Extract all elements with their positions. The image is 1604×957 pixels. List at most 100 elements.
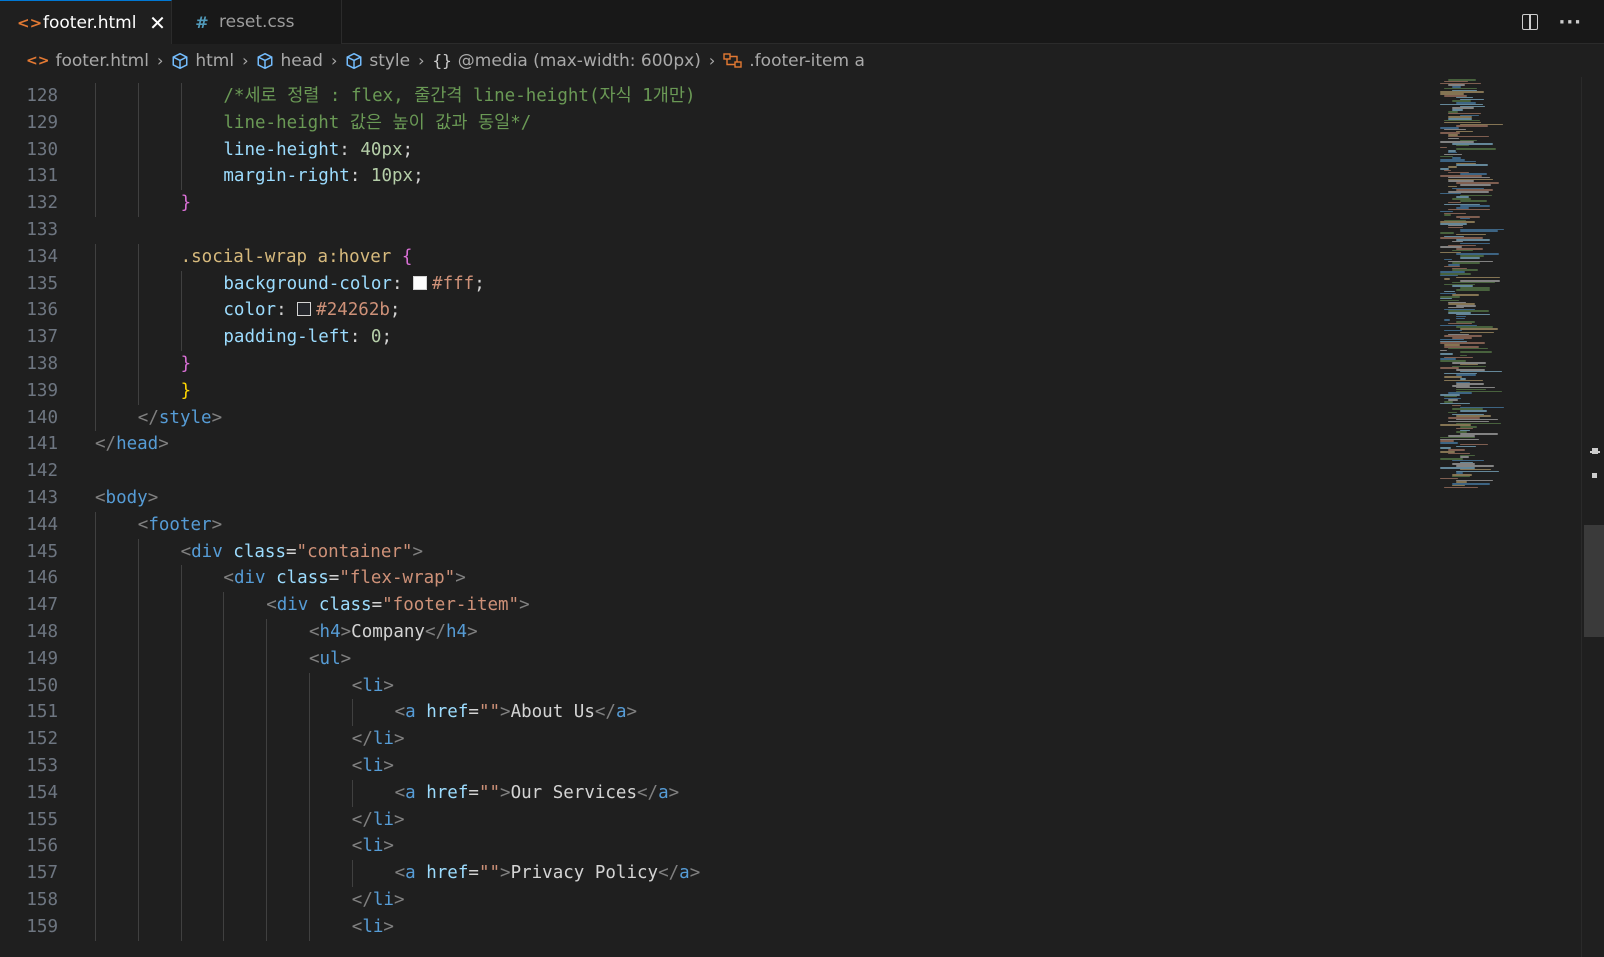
code-line[interactable]: 145 <div class="container">	[0, 539, 1470, 566]
code-line[interactable]: 137 padding-left: 0;	[0, 324, 1470, 351]
breadcrumb-label: head	[280, 50, 323, 71]
code-token: li	[362, 675, 384, 696]
close-icon[interactable]: ✕	[148, 13, 166, 33]
minimap-line	[1440, 442, 1459, 444]
code-token: >	[455, 568, 466, 589]
code-line[interactable]: 150 <li>	[0, 673, 1470, 700]
minimap-line	[1440, 349, 1447, 352]
code-token: href	[426, 863, 469, 884]
code-token: "flex-wrap"	[339, 568, 456, 589]
code-token: </	[594, 702, 616, 723]
code-line[interactable]: 144 <footer>	[0, 512, 1470, 539]
code-line[interactable]: 134 .social-wrap a:hover {	[0, 244, 1470, 271]
code-line[interactable]: 128 /*세로 정렬 : flex, 줄간격 line-height(자식 1개…	[0, 83, 1470, 110]
code-line[interactable]: 141 </head>	[0, 431, 1470, 458]
code-token: <	[180, 541, 192, 562]
code-content: <div class="container">	[181, 539, 423, 566]
code-token: >	[158, 434, 169, 455]
code-token: href	[426, 782, 469, 803]
code-line[interactable]: 133	[0, 217, 1470, 244]
code-content: </head>	[95, 431, 169, 458]
breadcrumb-item-style[interactable]: style	[345, 51, 410, 71]
minimap-line	[1444, 486, 1479, 489]
code-content: }	[181, 190, 192, 217]
code-content: <body>	[95, 485, 158, 512]
code-line[interactable]: 156 <li>	[0, 833, 1470, 860]
scrollbar-thumb[interactable]	[1584, 525, 1604, 637]
color-swatch[interactable]	[413, 275, 428, 290]
vertical-scrollbar[interactable]	[1581, 77, 1604, 957]
color-swatch[interactable]	[297, 302, 312, 317]
code-line[interactable]: 153 <li>	[0, 753, 1470, 780]
code-token: =	[285, 541, 297, 562]
minimap-line	[1456, 148, 1496, 150]
code-line[interactable]: 157 <a href="">Privacy Policy</a>	[0, 860, 1470, 887]
line-number: 146	[26, 568, 58, 589]
tab-reset-css[interactable]: # reset.css	[172, 0, 342, 44]
more-actions-icon[interactable]: ···	[1558, 12, 1582, 33]
code-token: li	[362, 756, 384, 776]
code-token: ""	[478, 702, 501, 723]
line-number: 153	[26, 756, 58, 776]
code-token: >	[668, 782, 680, 803]
code-line[interactable]: 129 line-height 값은 높이 값과 동일*/	[0, 110, 1470, 137]
line-number: 151	[26, 702, 58, 723]
code-line[interactable]: 155 </li>	[0, 807, 1470, 834]
code-line[interactable]: 139}	[0, 378, 1470, 405]
tab-footer-html[interactable]: <> footer.html ✕	[0, 0, 172, 45]
code-content: <div class="footer-item">	[266, 592, 529, 619]
breadcrumb-item-head[interactable]: head	[256, 50, 323, 71]
minimap-line	[1444, 121, 1481, 124]
breadcrumb-item-media[interactable]: {} @media (max-width: 600px)	[433, 51, 701, 71]
code-line[interactable]: 140 </style>	[0, 405, 1470, 432]
code-token: <	[351, 675, 363, 696]
breadcrumb-item-html[interactable]: html	[171, 51, 234, 71]
chevron-right-icon: ›	[156, 51, 164, 70]
code-line[interactable]: 136 color: #24262b;	[0, 297, 1470, 324]
code-content: </style>	[138, 405, 222, 432]
code-token: h4	[446, 622, 468, 642]
line-number: 150	[26, 675, 58, 696]
code-line[interactable]: 130 line-height: 40px;	[0, 137, 1470, 164]
tab-label: reset.css	[219, 12, 295, 32]
code-line[interactable]: 158 </li>	[0, 887, 1470, 914]
code-token: ;	[413, 166, 424, 187]
code-content: <div class="flex-wrap">	[223, 565, 465, 592]
code-token: 10px	[370, 166, 414, 187]
line-number: 128	[26, 86, 58, 106]
line-number: 132	[26, 193, 58, 214]
html-file-icon: <>	[26, 52, 50, 69]
code-line[interactable]: 154 <a href="">Our Services</a>	[0, 780, 1470, 807]
code-token: class	[276, 568, 329, 589]
code-editor[interactable]: 128 /*세로 정렬 : flex, 줄간격 line-height(자식 1개…	[0, 77, 1604, 957]
code-line[interactable]: 148 <h4>Company</h4>	[0, 619, 1470, 646]
line-number: 149	[26, 648, 58, 669]
code-line[interactable]: 147 <div class="footer-item">	[0, 592, 1470, 619]
code-line[interactable]: 142	[0, 458, 1470, 485]
breadcrumb-item-file[interactable]: <> footer.html	[26, 51, 149, 71]
code-line[interactable]: 146 <div class="flex-wrap">	[0, 565, 1470, 592]
code-line[interactable]: 149 <ul>	[0, 646, 1470, 673]
code-token: footer	[148, 514, 212, 535]
code-token: class	[318, 595, 372, 616]
split-editor-icon[interactable]	[1522, 14, 1539, 30]
code-line[interactable]: 135 background-color: #fff;	[0, 271, 1470, 298]
code-line[interactable]: 138}	[0, 351, 1470, 378]
code-token: >	[383, 836, 394, 857]
minimap[interactable]	[1436, 77, 1548, 497]
code-token: =	[371, 595, 383, 616]
code-line[interactable]: 132}	[0, 190, 1470, 217]
breadcrumb-item-selector[interactable]: .footer-item a	[723, 51, 865, 71]
minimap-line	[1460, 351, 1493, 353]
code-token: :	[391, 273, 414, 294]
code-line[interactable]: 152 </li>	[0, 726, 1470, 753]
code-token: ul	[319, 648, 341, 669]
line-number: 135	[26, 273, 58, 294]
code-line[interactable]: 159 <li>	[0, 914, 1470, 941]
code-line[interactable]: 131 margin-right: 10px;	[0, 163, 1470, 190]
code-content: <a href="">Our Services</a>	[395, 780, 680, 807]
code-line[interactable]: 143 <body>	[0, 485, 1470, 512]
code-line[interactable]: 151 <a href="">About Us</a>	[0, 699, 1470, 726]
